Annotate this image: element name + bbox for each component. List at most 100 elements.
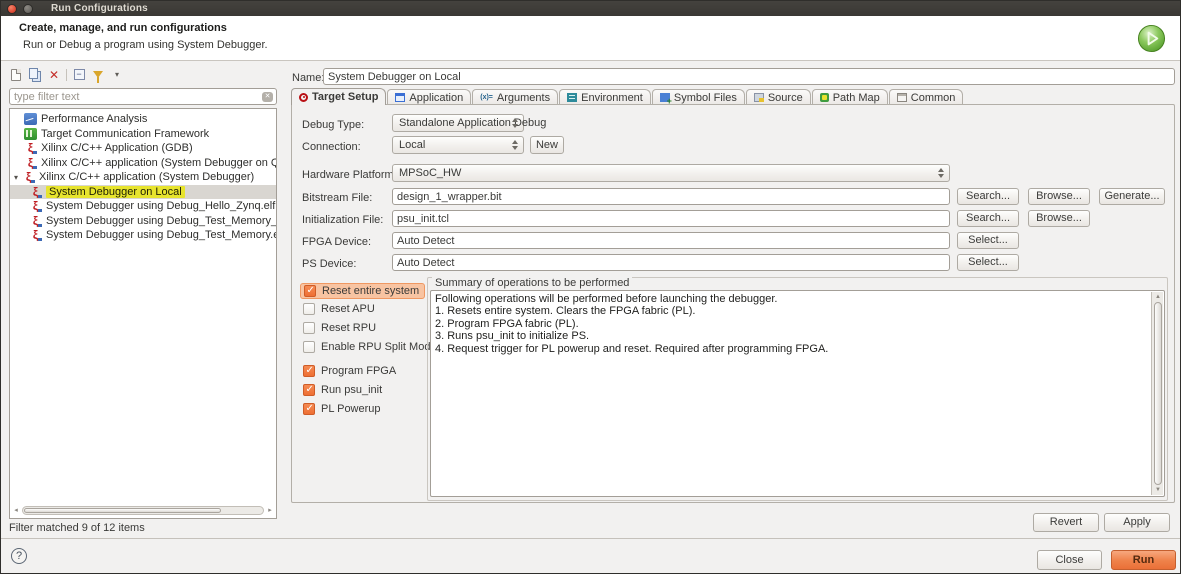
run-icon[interactable]: [1137, 24, 1166, 53]
xilinx-application-icon: ξ: [29, 215, 42, 227]
collapse-all-icon[interactable]: −: [72, 68, 86, 82]
tab-bar: Target Setup Application (x)= Arguments …: [291, 88, 964, 105]
debug-type-select[interactable]: Standalone Application Debug: [392, 114, 524, 132]
checkbox-reset-apu[interactable]: Reset APU: [303, 303, 375, 315]
checkbox-icon[interactable]: [303, 365, 315, 377]
target-setup-panel: Debug Type: Standalone Application Debug…: [291, 104, 1175, 503]
new-connection-button[interactable]: New: [530, 136, 564, 154]
xilinx-application-icon: ξ: [22, 171, 35, 183]
close-button[interactable]: Close: [1037, 550, 1102, 570]
tree-item-target-communication-framework[interactable]: Target Communication Framework: [10, 127, 276, 142]
tab-source[interactable]: Source: [746, 89, 811, 105]
summary-line: 3. Runs psu_init to initialize PS.: [435, 330, 1148, 342]
tab-environment[interactable]: Environment: [559, 89, 651, 105]
scroll-left-icon[interactable]: ◂: [12, 507, 20, 515]
help-icon[interactable]: ?: [11, 548, 27, 564]
duplicate-configuration-icon[interactable]: [28, 68, 42, 82]
title-bar: Run Configurations: [1, 1, 1180, 16]
name-field[interactable]: System Debugger on Local: [323, 68, 1175, 85]
filter-icon[interactable]: [91, 68, 105, 82]
arguments-icon: (x)=: [480, 94, 493, 101]
tab-common[interactable]: Common: [889, 89, 964, 105]
configurations-tree: Performance Analysis Target Communicatio…: [9, 108, 277, 519]
delete-configuration-icon[interactable]: ✕: [47, 68, 61, 82]
scroll-right-icon[interactable]: ▸: [266, 507, 274, 515]
xilinx-application-icon: ξ: [29, 200, 42, 212]
summary-group: Summary of operations to be performed Fo…: [427, 277, 1168, 501]
checkbox-icon[interactable]: [303, 403, 315, 415]
run-configurations-dialog: Run Configurations Create, manage, and r…: [0, 0, 1181, 574]
source-icon: [754, 93, 764, 102]
checkbox-enable-rpu-split-mode[interactable]: Enable RPU Split Mode: [303, 341, 437, 353]
fpga-device-field[interactable]: Auto Detect: [392, 232, 950, 249]
connection-label: Connection:: [302, 141, 361, 153]
summary-line: Following operations will be performed b…: [435, 293, 1148, 305]
tree-item-debug-test-memory[interactable]: ξ System Debugger using Debug_Test_Memor…: [10, 228, 276, 243]
tree-item-performance-analysis[interactable]: Performance Analysis: [10, 112, 276, 127]
tree-item-xilinx-app-system-debugger[interactable]: ▾ ξ Xilinx C/C++ application (System Deb…: [10, 170, 276, 185]
checkbox-reset-rpu[interactable]: Reset RPU: [303, 322, 376, 334]
summary-textarea[interactable]: Following operations will be performed b…: [430, 290, 1165, 497]
application-icon: [395, 93, 405, 102]
expander-icon[interactable]: ▾: [10, 173, 22, 182]
tree-item-xilinx-app-system-debugger-qemu[interactable]: ξ Xilinx C/C++ application (System Debug…: [10, 156, 276, 171]
summary-vertical-scrollbar[interactable]: ▲ ▼: [1151, 292, 1163, 495]
tree-item-system-debugger-on-local[interactable]: ξ System Debugger on Local: [10, 185, 276, 200]
checkbox-icon[interactable]: [304, 285, 316, 297]
ps-device-field[interactable]: Auto Detect: [392, 254, 950, 271]
clear-filter-icon[interactable]: ✕: [262, 92, 273, 102]
xilinx-application-icon: ξ: [29, 229, 42, 241]
window-minimize-icon[interactable]: [23, 4, 33, 14]
spinner-icon: [512, 118, 518, 128]
revert-button[interactable]: Revert: [1033, 513, 1099, 532]
bitstream-file-field[interactable]: design_1_wrapper.bit: [392, 188, 950, 205]
filter-input[interactable]: [14, 90, 254, 103]
checkbox-run-psu-init[interactable]: Run psu_init: [303, 384, 382, 396]
toolbar-menu-arrow-icon[interactable]: ▾: [110, 68, 124, 82]
bitstream-search-button[interactable]: Search...: [957, 188, 1019, 205]
tab-path-map[interactable]: Path Map: [812, 89, 888, 105]
target-icon: [299, 93, 308, 102]
fpga-device-label: FPGA Device:: [302, 236, 371, 248]
tree-horizontal-scrollbar[interactable]: ◂ ▸: [12, 506, 274, 516]
checkbox-icon[interactable]: [303, 341, 315, 353]
checkbox-reset-entire-system[interactable]: Reset entire system: [300, 283, 425, 299]
spinner-icon: [938, 168, 944, 178]
initialization-file-field[interactable]: psu_init.tcl: [392, 210, 950, 227]
tab-application[interactable]: Application: [387, 89, 471, 105]
checkbox-icon[interactable]: [303, 303, 315, 315]
scroll-down-icon[interactable]: ▼: [1154, 486, 1162, 494]
bitstream-browse-button[interactable]: Browse...: [1028, 188, 1090, 205]
run-button[interactable]: Run: [1111, 550, 1176, 570]
checkbox-pl-powerup[interactable]: PL Powerup: [303, 403, 381, 415]
hardware-platform-select[interactable]: MPSoC_HW: [392, 164, 950, 182]
fpga-device-select-button[interactable]: Select...: [957, 232, 1019, 249]
spinner-icon: [512, 140, 518, 150]
bitstream-generate-button[interactable]: Generate...: [1099, 188, 1165, 205]
initialization-search-button[interactable]: Search...: [957, 210, 1019, 227]
scroll-up-icon[interactable]: ▲: [1154, 293, 1162, 301]
ps-device-label: PS Device:: [302, 258, 356, 270]
window-close-icon[interactable]: [7, 4, 17, 14]
checkbox-icon[interactable]: [303, 384, 315, 396]
symbol-files-icon: [660, 93, 670, 102]
tab-symbol-files[interactable]: Symbol Files: [652, 89, 745, 105]
tab-target-setup[interactable]: Target Setup: [291, 88, 386, 105]
new-configuration-icon[interactable]: [9, 68, 23, 82]
dialog-header: Create, manage, and run configurations R…: [1, 16, 1180, 61]
ps-device-select-button[interactable]: Select...: [957, 254, 1019, 271]
checkbox-icon[interactable]: [303, 322, 315, 334]
xilinx-application-icon: ξ: [24, 157, 37, 169]
tree-item-xilinx-app-gdb[interactable]: ξ Xilinx C/C++ Application (GDB): [10, 141, 276, 156]
tab-arguments[interactable]: (x)= Arguments: [472, 89, 558, 105]
scrollbar-thumb[interactable]: [1154, 302, 1162, 485]
scrollbar-thumb[interactable]: [24, 508, 221, 513]
summary-title: Summary of operations to be performed: [432, 277, 632, 289]
connection-select[interactable]: Local: [392, 136, 524, 154]
tree-item-debug-hello-zynq[interactable]: ξ System Debugger using Debug_Hello_Zynq…: [10, 199, 276, 214]
checkbox-program-fpga[interactable]: Program FPGA: [303, 365, 396, 377]
filter-status: Filter matched 9 of 12 items: [9, 522, 145, 534]
initialization-browse-button[interactable]: Browse...: [1028, 210, 1090, 227]
apply-button[interactable]: Apply: [1104, 513, 1170, 532]
tree-item-debug-test-memory-1mb[interactable]: ξ System Debugger using Debug_Test_Memor…: [10, 214, 276, 229]
